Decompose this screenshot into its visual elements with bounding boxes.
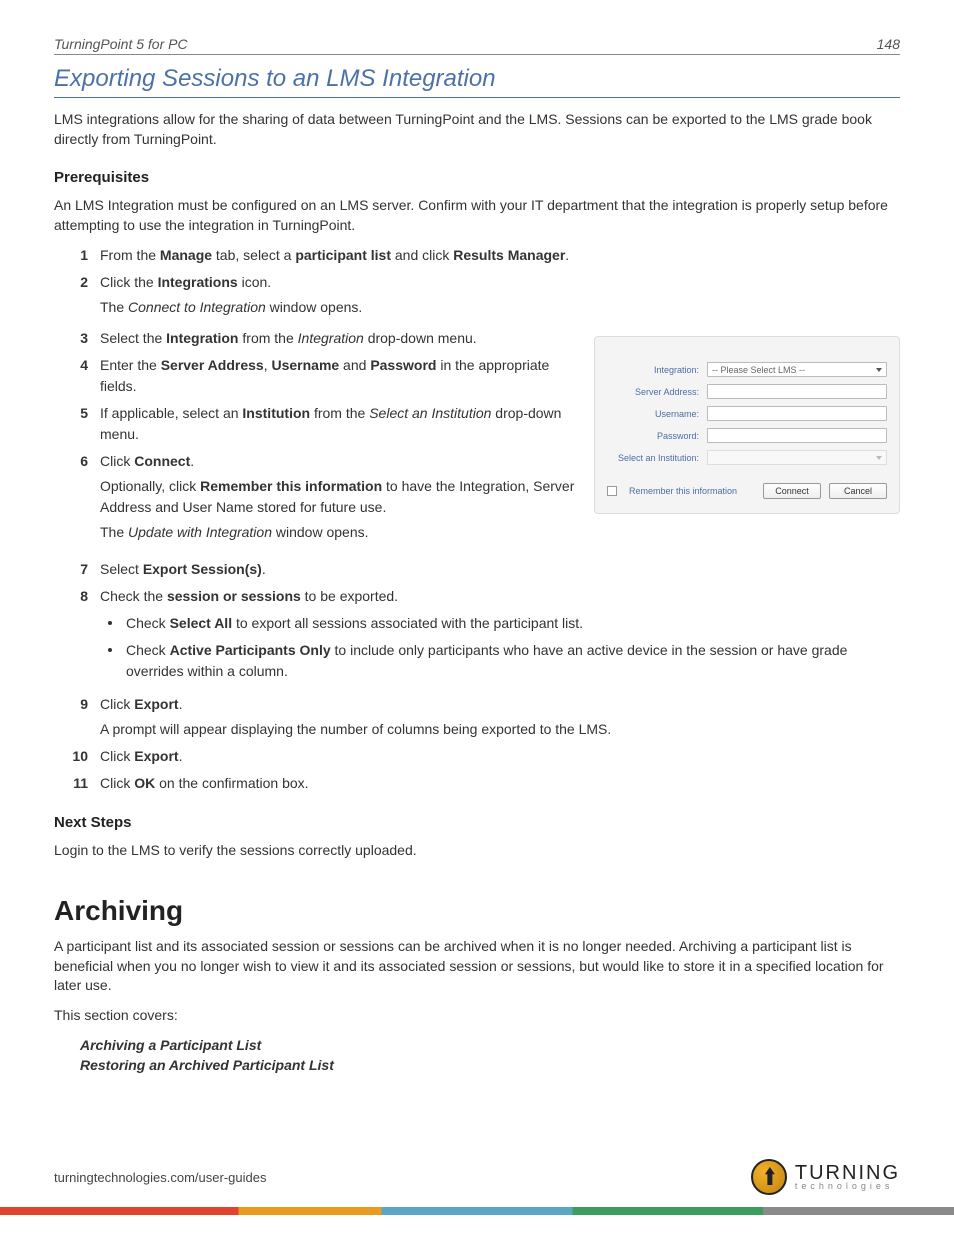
step-1: 1 From the Manage tab, select a particip… <box>54 245 900 266</box>
brand-name: TURNING <box>795 1164 900 1182</box>
section-covers: This section covers: <box>54 1006 900 1026</box>
turning-logo-icon <box>751 1159 787 1195</box>
step-number: 4 <box>54 355 88 376</box>
step-6: 6 Click Connect. Optionally, click Remem… <box>54 451 576 543</box>
remember-label: Remember this information <box>629 486 755 496</box>
step-10: 10 Click Export. <box>54 746 900 767</box>
link-archiving-list[interactable]: Archiving a Participant List <box>80 1037 900 1053</box>
turning-logo: TURNING technologies <box>751 1159 900 1195</box>
bullet-select-all: Check Select All to export all sessions … <box>100 613 900 634</box>
color-bar <box>0 1207 954 1215</box>
step-5: 5 If applicable, select an Institution f… <box>54 403 576 445</box>
connect-button[interactable]: Connect <box>763 483 821 499</box>
step-number: 10 <box>54 746 88 767</box>
step-number: 9 <box>54 694 88 715</box>
step-3: 3 Select the Integration from the Integr… <box>54 328 576 349</box>
next-steps-heading: Next Steps <box>54 814 900 831</box>
bullet-active-participants: Check Active Participants Only to includ… <box>100 640 900 682</box>
prerequisites-text: An LMS Integration must be configured on… <box>54 196 900 235</box>
step-number: 2 <box>54 272 88 293</box>
username-input[interactable] <box>707 406 887 421</box>
institution-label: Select an Institution: <box>607 453 707 463</box>
step-number: 5 <box>54 403 88 424</box>
step-number: 1 <box>54 245 88 266</box>
step-number: 3 <box>54 328 88 349</box>
archiving-heading: Archiving <box>54 895 900 927</box>
password-input[interactable] <box>707 428 887 443</box>
server-address-input[interactable] <box>707 384 887 399</box>
cancel-button[interactable]: Cancel <box>829 483 887 499</box>
next-steps-text: Login to the LMS to verify the sessions … <box>54 841 900 861</box>
integration-selected: -- Please Select LMS -- <box>712 365 805 375</box>
server-address-label: Server Address: <box>607 387 707 397</box>
brand-sub: technologies <box>795 1182 900 1190</box>
integration-dropdown[interactable]: -- Please Select LMS -- <box>707 362 887 377</box>
section-title-exporting: Exporting Sessions to an LMS Integration <box>54 65 900 98</box>
page-number: 148 <box>877 36 900 52</box>
intro-paragraph: LMS integrations allow for the sharing o… <box>54 110 900 149</box>
remember-checkbox[interactable] <box>607 486 617 496</box>
step-number: 8 <box>54 586 88 607</box>
username-label: Username: <box>607 409 707 419</box>
password-label: Password: <box>607 431 707 441</box>
step-number: 11 <box>54 773 88 794</box>
step-number: 6 <box>54 451 88 472</box>
doc-title: TurningPoint 5 for PC <box>54 36 188 52</box>
footer-url: turningtechnologies.com/user-guides <box>54 1170 266 1185</box>
step-number: 7 <box>54 559 88 580</box>
institution-dropdown[interactable] <box>707 450 887 465</box>
chevron-down-icon <box>876 368 882 372</box>
step-9: 9 Click Export. A prompt will appear dis… <box>54 694 900 740</box>
link-restoring-list[interactable]: Restoring an Archived Participant List <box>80 1057 900 1073</box>
step-8: 8 Check the session or sessions to be ex… <box>54 586 900 688</box>
prerequisites-heading: Prerequisites <box>54 169 900 186</box>
page-footer: turningtechnologies.com/user-guides TURN… <box>54 1159 900 1195</box>
step-2: 2 Click the Integrations icon. The Conne… <box>54 272 900 318</box>
integration-label: Integration: <box>607 365 707 375</box>
step-11: 11 Click OK on the confirmation box. <box>54 773 900 794</box>
chevron-down-icon <box>876 456 882 460</box>
step-4: 4 Enter the Server Address, Username and… <box>54 355 576 397</box>
step-7: 7 Select Export Session(s). <box>54 559 900 580</box>
connect-to-integration-dialog: Integration: -- Please Select LMS -- Ser… <box>594 336 900 514</box>
page-header: TurningPoint 5 for PC 148 <box>54 36 900 55</box>
archiving-paragraph: A participant list and its associated se… <box>54 937 900 996</box>
